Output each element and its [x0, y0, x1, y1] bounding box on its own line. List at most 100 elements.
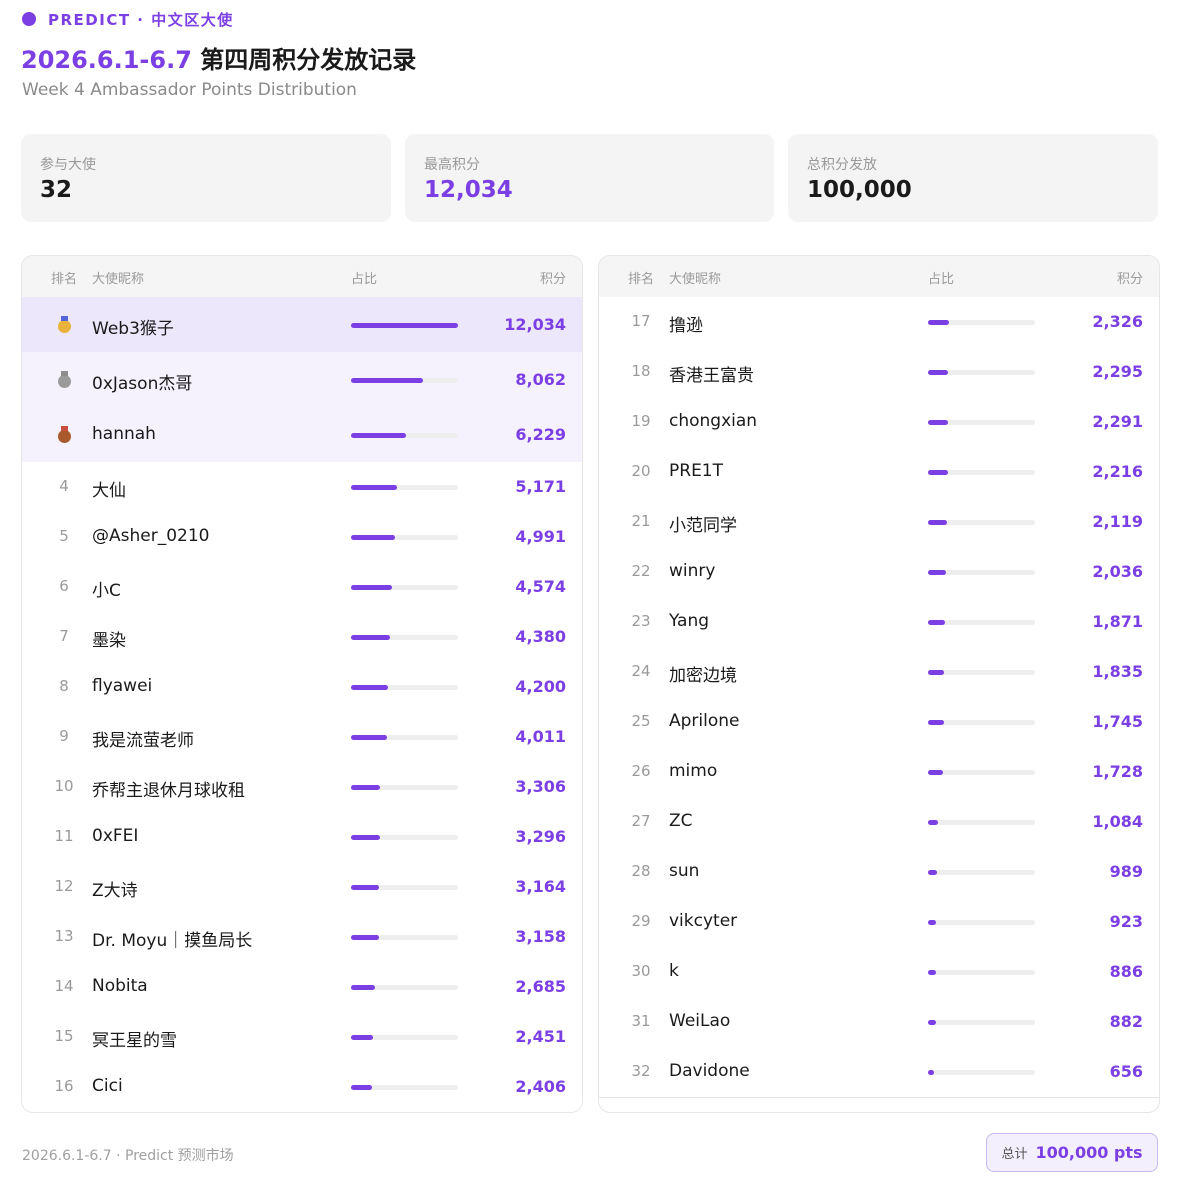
- footer-caption: 2026.6.1-6.7 · Predict 预测市场: [22, 1148, 234, 1164]
- share-bar: [928, 370, 1035, 375]
- points-value: 2,685: [515, 977, 566, 996]
- ambassador-name: PRE1T: [669, 461, 724, 481]
- ambassador-name: ZC: [669, 811, 693, 831]
- brand-label: PREDICT · 中文区大使: [48, 10, 234, 29]
- table-row: 12 Z大诗 3,164: [22, 862, 582, 913]
- ambassador-name: 加密边境: [669, 666, 737, 686]
- header-name: 大使昵称: [669, 272, 722, 287]
- share-bar: [928, 1020, 1035, 1025]
- points-value: 923: [1109, 912, 1143, 931]
- share-bar: [351, 377, 458, 383]
- stat-card-top-points: 最高积分 12,034: [405, 134, 774, 222]
- ambassador-name: 撸逊: [669, 316, 703, 336]
- points-value: 6,229: [515, 424, 566, 444]
- table-row: 6 小C 4,574: [22, 562, 582, 613]
- rank-number: 8: [59, 677, 69, 695]
- rank-number: 32: [631, 1062, 651, 1080]
- share-bar: [351, 585, 458, 590]
- ambassador-name: Z大诗: [92, 881, 138, 901]
- ambassador-name: Aprilone: [669, 711, 740, 731]
- share-bar: [351, 935, 458, 940]
- share-bar: [928, 720, 1035, 725]
- share-bar-fill: [351, 885, 380, 890]
- points-value: 4,574: [515, 577, 566, 596]
- points-value: 3,164: [515, 877, 566, 896]
- ambassador-name: Dr. Moyu｜摸鱼局长: [92, 931, 253, 951]
- points-value: 882: [1109, 1012, 1143, 1031]
- share-bar: [928, 770, 1035, 775]
- rank-number: 7: [59, 627, 69, 645]
- points-value: 656: [1109, 1062, 1143, 1081]
- rank-number: 6: [59, 577, 69, 595]
- table-row: 18 香港王富贵 2,295: [599, 347, 1159, 398]
- share-bar: [351, 635, 458, 640]
- stat-card-total-points: 总积分发放 100,000: [788, 134, 1158, 222]
- ambassador-name: 墨染: [92, 631, 126, 651]
- points-value: 2,291: [1092, 412, 1143, 431]
- share-bar: [928, 870, 1035, 875]
- table-row: hannah 6,229: [22, 407, 582, 463]
- share-bar: [351, 685, 458, 690]
- page-subtitle: Week 4 Ambassador Points Distribution: [22, 80, 357, 100]
- ranking-table-right: 排名 大使昵称 占比 积分 17 撸逊 2,326 18 香港王富贵 2,295 19 cho…: [598, 255, 1160, 1113]
- points-value: 4,011: [515, 727, 566, 746]
- table-row: 14 Nobita 2,685: [22, 962, 582, 1013]
- points-value: 4,991: [515, 527, 566, 546]
- table-row: 21 小范同学 2,119: [599, 497, 1159, 548]
- ambassador-name: Davidone: [669, 1061, 750, 1081]
- header-points: 积分: [1116, 272, 1143, 287]
- brand-header: PREDICT · 中文区大使: [22, 9, 234, 29]
- stat-label: 最高积分: [424, 157, 480, 173]
- share-bar: [351, 322, 458, 328]
- rank-number: 4: [59, 477, 69, 495]
- ambassador-name: vikcyter: [669, 911, 738, 931]
- points-value: 2,216: [1092, 462, 1143, 481]
- points-value: 1,835: [1092, 662, 1143, 681]
- rank-number: 29: [631, 912, 651, 930]
- points-value: 2,451: [515, 1027, 566, 1046]
- share-bar: [351, 985, 458, 990]
- share-bar: [928, 470, 1035, 475]
- share-bar: [351, 1085, 458, 1090]
- points-value: 3,158: [515, 927, 566, 946]
- ambassador-name: 小范同学: [669, 516, 737, 536]
- table-row: 13 Dr. Moyu｜摸鱼局长 3,158: [22, 912, 582, 963]
- points-value: 1,084: [1092, 812, 1143, 831]
- table-row: 16 Cici 2,406: [22, 1062, 582, 1112]
- share-bar: [928, 920, 1035, 925]
- rank-number: 24: [631, 662, 651, 680]
- table-row: 15 冥王星的雪 2,451: [22, 1012, 582, 1063]
- rank-number: 30: [631, 962, 651, 980]
- table-row: Web3猴子 12,034: [22, 297, 582, 353]
- page-title: 2026.6.1-6.7 第四周积分发放记录: [21, 40, 416, 75]
- points-value: 2,036: [1092, 562, 1143, 581]
- header-share: 占比: [928, 272, 955, 287]
- share-bar-fill: [351, 785, 381, 790]
- share-bar-fill: [928, 420, 949, 425]
- points-value: 886: [1109, 962, 1143, 981]
- ambassador-name: @Asher_0210: [92, 526, 210, 546]
- table-row: 4 大仙 5,171: [22, 462, 582, 513]
- title-date-range: 2026.6.1-6.7: [21, 46, 192, 74]
- share-bar: [928, 670, 1035, 675]
- share-bar-fill: [928, 570, 947, 575]
- rank-number: 15: [54, 1027, 74, 1045]
- ambassador-name: Cici: [92, 1076, 123, 1096]
- table-row: 20 PRE1T 2,216: [599, 447, 1159, 498]
- points-value: 1,728: [1092, 762, 1143, 781]
- points-value: 12,034: [504, 314, 566, 334]
- rank-number: 26: [631, 762, 651, 780]
- share-bar-fill: [351, 322, 458, 328]
- ambassador-name: Nobita: [92, 976, 148, 996]
- table-header: 排名 大使昵称 占比 积分: [599, 256, 1159, 298]
- rank-number: 17: [631, 312, 651, 330]
- share-bar-fill: [928, 620, 945, 625]
- share-bar: [928, 1070, 1035, 1075]
- rank-number: 18: [631, 362, 651, 380]
- header-share: 占比: [351, 272, 378, 287]
- share-bar-fill: [928, 720, 944, 725]
- share-bar-fill: [928, 820, 938, 825]
- header-rank: 排名: [628, 272, 655, 287]
- points-value: 4,380: [515, 627, 566, 646]
- ambassador-name: hannah: [92, 423, 156, 444]
